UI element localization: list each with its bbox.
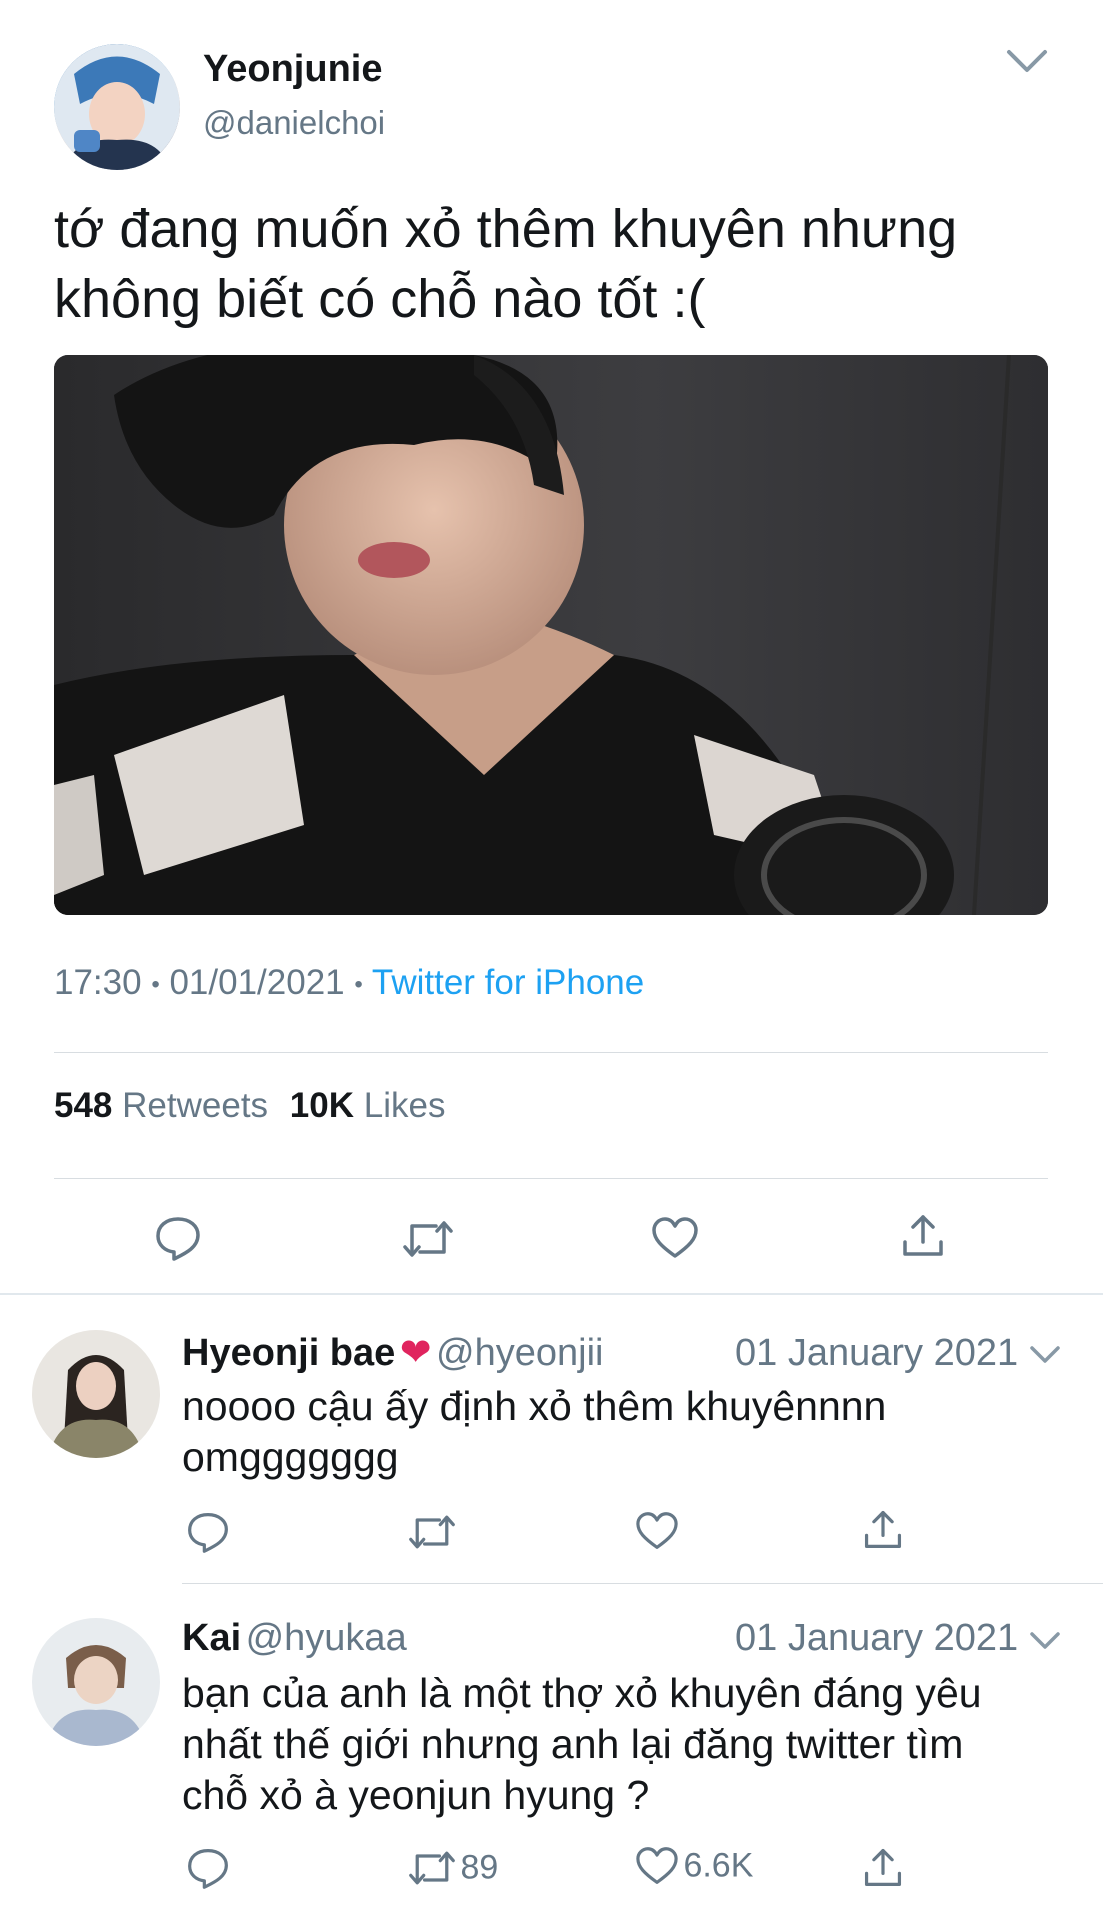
reply-avatar[interactable] <box>32 1618 160 1746</box>
share-icon[interactable] <box>862 1508 904 1550</box>
retweets-label: Retweets <box>122 1086 269 1125</box>
retweet-action[interactable]: 89 <box>408 1848 498 1888</box>
likes-stat[interactable]: 10K Likes <box>290 1086 446 1125</box>
retweets-count: 548 <box>54 1086 113 1125</box>
chevron-down-icon[interactable] <box>1028 1630 1062 1652</box>
reply-author-handle[interactable]: @hyeonjii <box>436 1332 603 1374</box>
heart-icon[interactable] <box>651 1216 699 1260</box>
reply-author-name[interactable]: Kai <box>182 1617 241 1659</box>
divider <box>54 1052 1048 1053</box>
reply-icon[interactable] <box>154 1214 202 1262</box>
retweet-icon[interactable] <box>408 1512 456 1552</box>
chevron-down-icon[interactable] <box>1005 46 1049 76</box>
tweet-source-link[interactable]: Twitter for iPhone <box>372 963 644 1002</box>
reply-text-line: chỗ xỏ à yeonjun hyung ? <box>182 1772 650 1818</box>
heart-icon[interactable] <box>635 1511 679 1551</box>
author-avatar[interactable] <box>54 44 180 170</box>
section-divider <box>0 1293 1103 1295</box>
like-count: 6.6K <box>683 1846 754 1885</box>
reply-date: 01 January 2021 <box>735 1332 1019 1374</box>
retweets-stat[interactable]: 548 Retweets <box>54 1086 278 1125</box>
meta-separator: • <box>151 970 160 998</box>
tweet-text-line-1: tớ đang muốn xỏ thêm khuyên nhưng <box>54 199 958 259</box>
author-name[interactable]: Yeonjunie <box>203 48 382 91</box>
retweet-icon[interactable] <box>402 1218 454 1260</box>
reply-text-line: bạn của anh là một thợ xỏ khuyên đáng yê… <box>182 1670 982 1716</box>
tweet-image[interactable] <box>54 355 1048 915</box>
share-icon[interactable] <box>900 1212 946 1258</box>
author-handle[interactable]: @danielchoi <box>203 104 385 142</box>
divider <box>182 1583 1103 1584</box>
like-action[interactable]: 6.6K <box>635 1846 753 1886</box>
reply-avatar[interactable] <box>32 1330 160 1458</box>
retweet-count: 89 <box>460 1848 499 1887</box>
retweet-icon <box>408 1848 456 1888</box>
reply-date: 01 January 2021 <box>735 1617 1019 1659</box>
reply-author-name[interactable]: Hyeonji bae <box>182 1332 395 1374</box>
tweet-text-line-2: không biết có chỗ nào tốt :( <box>54 269 706 329</box>
share-icon[interactable] <box>862 1846 904 1888</box>
tweet-time: 17:30 <box>54 963 142 1002</box>
reply-text-line: omggggggg <box>182 1434 399 1480</box>
likes-count: 10K <box>289 1086 354 1125</box>
divider <box>54 1178 1048 1179</box>
reply-icon[interactable] <box>186 1510 230 1554</box>
reply-author-handle[interactable]: @hyukaa <box>246 1617 407 1659</box>
tweet-date: 01/01/2021 <box>169 963 345 1002</box>
heart-icon <box>635 1846 679 1886</box>
meta-separator: • <box>354 970 363 998</box>
likes-label: Likes <box>363 1086 446 1125</box>
reply-icon[interactable] <box>186 1846 230 1890</box>
chevron-down-icon[interactable] <box>1028 1344 1062 1366</box>
reply-text-line: noooo cậu ấy định xỏ thêm khuyênnnn <box>182 1383 887 1429</box>
heart-emoji: ❤ <box>399 1332 432 1374</box>
reply-text-line: nhất thế giới nhưng anh lại đăng twitter… <box>182 1721 964 1767</box>
